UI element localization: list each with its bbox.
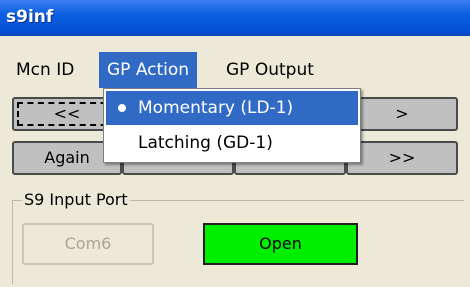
- option-label: Momentary (LD-1): [138, 98, 294, 118]
- window-title: s9inf: [6, 7, 54, 27]
- menu-mcn-id[interactable]: Mcn ID: [8, 52, 82, 88]
- next-button[interactable]: >: [346, 97, 458, 131]
- menu-option-latching[interactable]: Latching (GD-1): [106, 126, 358, 160]
- menu-bar: Mcn ID GP Action GP Output: [0, 52, 470, 88]
- group-label: S9 Input Port: [22, 190, 130, 209]
- open-button[interactable]: Open: [203, 223, 358, 265]
- radio-bullet-icon: [118, 104, 126, 112]
- menu-option-momentary[interactable]: Momentary (LD-1): [106, 91, 358, 125]
- menu-gp-action[interactable]: GP Action: [99, 52, 198, 88]
- focus-ring: [17, 102, 117, 126]
- open-label: Open: [259, 234, 302, 253]
- menu-gp-output[interactable]: GP Output: [218, 52, 322, 88]
- com-port-button[interactable]: Com6: [22, 223, 154, 265]
- again-label: Again: [44, 148, 90, 167]
- gp-action-dropdown: Momentary (LD-1) Latching (GD-1): [103, 88, 361, 163]
- next-label: >: [395, 104, 409, 123]
- next-next-button[interactable]: >>: [346, 141, 458, 175]
- option-label: Latching (GD-1): [138, 133, 273, 153]
- next-next-label: >>: [388, 148, 416, 167]
- com-port-label: Com6: [64, 234, 112, 253]
- title-bar[interactable]: s9inf: [0, 0, 470, 36]
